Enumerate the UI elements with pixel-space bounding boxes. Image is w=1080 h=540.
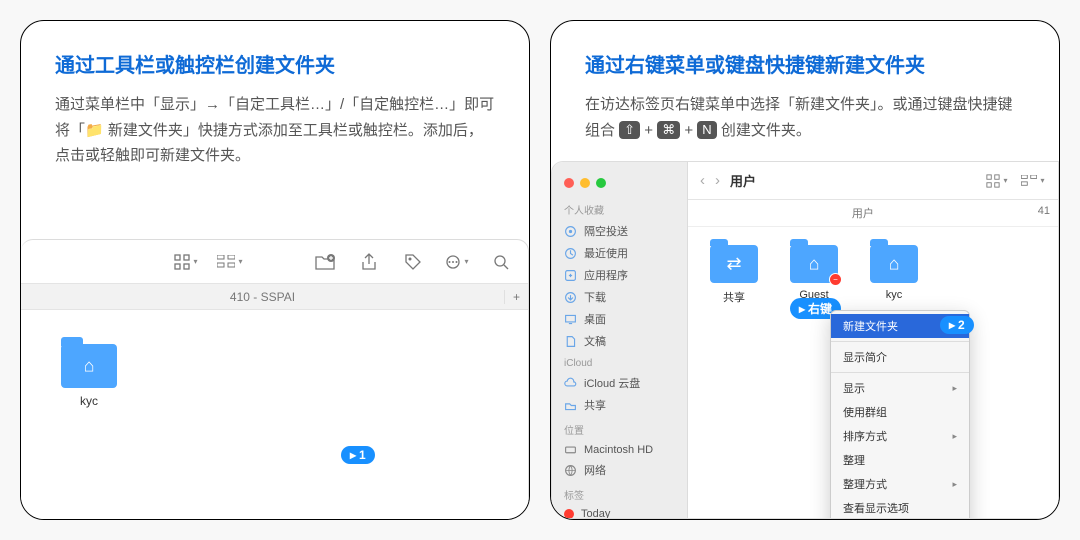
new-tab-button[interactable]: + [504, 290, 528, 304]
share-icon[interactable] [356, 252, 382, 272]
action-icon[interactable] [444, 252, 470, 272]
card-context-menu-method: 通过右键菜单或键盘快捷键新建文件夹 在访达标签页右键菜单中选择「新建文件夹」。或… [550, 20, 1060, 520]
card-description: 在访达标签页右键菜单中选择「新建文件夹」。或通过键盘快捷键组合 ⇧ + ⌘ + … [585, 92, 1025, 143]
restricted-badge-icon: − [829, 273, 842, 286]
sidebar-item-documents[interactable]: 文稿 [552, 330, 687, 352]
menu-view-options[interactable]: 查看显示选项 [831, 496, 969, 519]
finder-tab[interactable]: 410 - SSPAI [21, 290, 504, 304]
folder-icon: ⌂ [61, 344, 117, 388]
finder-sidebar: 个人收藏 隔空投送 最近使用 应用程序 下载 桌面 文稿 iCloud iClo… [552, 162, 688, 518]
sidebar-item-icloud[interactable]: iCloud 云盘 [552, 372, 687, 394]
folder-icon: ⌂− [790, 245, 838, 283]
finder-main: ‹ › 用户 用户41 ⇄共享 ⌂−Guest ⌂kyc ▸ 右键 新建文件夹 [688, 162, 1058, 518]
sidebar-item-applications[interactable]: 应用程序 [552, 264, 687, 286]
card-header: 通过右键菜单或键盘快捷键新建文件夹 在访达标签页右键菜单中选择「新建文件夹」。或… [551, 21, 1059, 161]
group-icon[interactable] [217, 252, 243, 272]
card-body: 410 - SSPAI + ⌂ kyc ▸ 1 [21, 187, 529, 520]
sidebar-item-macintosh-hd[interactable]: Macintosh HD [552, 440, 687, 459]
menu-separator [831, 341, 969, 342]
menu-get-info[interactable]: 显示简介 [831, 345, 969, 369]
folder-icon: ⇄ [710, 245, 758, 283]
back-icon[interactable]: ‹ [700, 172, 705, 189]
sidebar-item-airdrop[interactable]: 隔空投送 [552, 220, 687, 242]
context-menu: 新建文件夹 显示简介 显示 使用群组 排序方式 整理 整理方式 查看显示选项 新… [830, 310, 970, 519]
sidebar-item-desktop[interactable]: 桌面 [552, 308, 687, 330]
card-body: 个人收藏 隔空投送 最近使用 应用程序 下载 桌面 文稿 iCloud iClo… [551, 161, 1059, 519]
sidebar-item-downloads[interactable]: 下载 [552, 286, 687, 308]
card-header: 通过工具栏或触控栏创建文件夹 通过菜单栏中「显示」→「自定工具栏…」/「自定触控… [21, 21, 529, 187]
menu-use-groups[interactable]: 使用群组 [831, 400, 969, 424]
sidebar-item-today[interactable]: Today [552, 505, 687, 519]
new-folder-icon[interactable] [312, 252, 338, 272]
key-shift: ⇧ [619, 121, 640, 139]
card-toolbar-method: 通过工具栏或触控栏创建文件夹 通过菜单栏中「显示」→「自定工具栏…」/「自定触控… [20, 20, 530, 520]
card-title: 通过右键菜单或键盘快捷键新建文件夹 [585, 49, 1025, 78]
view-icon-grid[interactable] [173, 252, 199, 272]
card-title: 通过工具栏或触控栏创建文件夹 [55, 49, 495, 78]
group-icon[interactable] [1020, 171, 1046, 191]
key-n: N [697, 121, 716, 139]
minimize-icon[interactable] [580, 178, 590, 188]
step-badge-1: ▸ 1 [341, 446, 375, 464]
folder-item[interactable]: ⌂kyc [870, 245, 918, 305]
folder-item[interactable]: ⌂−Guest [790, 245, 838, 305]
step-badge-2: ▸ 2 [940, 316, 974, 334]
finder-window: 410 - SSPAI + ⌂ kyc [21, 239, 529, 519]
search-icon[interactable] [488, 252, 514, 272]
folder-item[interactable]: ⇄共享 [710, 245, 758, 305]
close-icon[interactable] [564, 178, 574, 188]
menu-clean-up-by[interactable]: 整理方式 [831, 472, 969, 496]
folder-item[interactable]: ⌂ kyc [61, 344, 117, 408]
card-description: 通过菜单栏中「显示」→「自定工具栏…」/「自定触控栏…」即可将「📁 新建文件夹」… [55, 92, 495, 169]
menu-clean-up[interactable]: 整理 [831, 448, 969, 472]
sidebar-item-shared[interactable]: 共享 [552, 394, 687, 416]
tab-strip: 410 - SSPAI + [21, 284, 528, 310]
finder-toolbar: ‹ › 用户 [688, 162, 1058, 200]
sidebar-heading: 位置 [552, 416, 687, 440]
column-title: 用户41 [688, 200, 1058, 227]
folder-grid: ⇄共享 ⌂−Guest ⌂kyc [688, 227, 1058, 323]
sidebar-heading: iCloud [552, 352, 687, 372]
key-cmd: ⌘ [657, 121, 680, 139]
view-icon-grid[interactable] [984, 171, 1010, 191]
forward-icon[interactable]: › [715, 172, 720, 189]
location-title: 用户 [730, 171, 756, 190]
traffic-lights [552, 170, 687, 196]
menu-separator [831, 372, 969, 373]
tag-icon[interactable] [400, 252, 426, 272]
sidebar-item-network[interactable]: 网络 [552, 459, 687, 481]
sidebar-heading: 个人收藏 [552, 196, 687, 220]
menu-sort-by[interactable]: 排序方式 [831, 424, 969, 448]
maximize-icon[interactable] [596, 178, 606, 188]
sidebar-heading: 标签 [552, 481, 687, 505]
menu-show[interactable]: 显示 [831, 376, 969, 400]
finder-window: 个人收藏 隔空投送 最近使用 应用程序 下载 桌面 文稿 iCloud iClo… [551, 161, 1059, 519]
folder-label: kyc [61, 394, 117, 408]
sidebar-item-recents[interactable]: 最近使用 [552, 242, 687, 264]
finder-toolbar [21, 240, 528, 284]
folder-icon: ⌂ [870, 245, 918, 283]
